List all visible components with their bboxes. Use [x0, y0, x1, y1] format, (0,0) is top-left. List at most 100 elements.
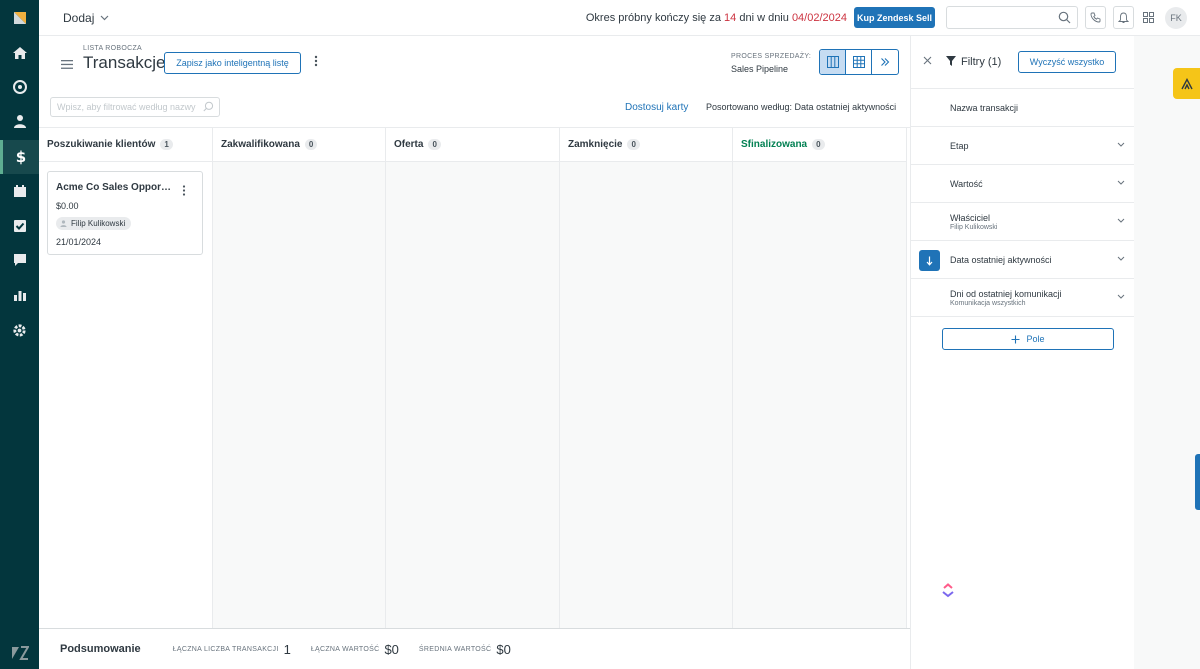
filter-label: Właściciel: [950, 213, 991, 223]
stage-body: [733, 162, 906, 629]
stage-count: 0: [428, 139, 441, 150]
sort-label[interactable]: Posortowano według: Data ostatniej aktyw…: [706, 102, 896, 112]
filter-label: Etap: [950, 141, 969, 151]
stage-header: Zakwalifikowana 0: [213, 128, 385, 162]
deals-icon[interactable]: $: [0, 140, 39, 174]
user-icon: [60, 220, 67, 227]
trial-date: 04/02/2024: [791, 12, 847, 24]
deal-date: 21/01/2024: [56, 237, 102, 247]
sort-direction-button[interactable]: [919, 250, 940, 271]
home-icon[interactable]: [0, 36, 39, 70]
name-filter-input[interactable]: Wpisz, aby filtrować według nazwy: [50, 97, 220, 117]
filter-title: Filtry (1): [961, 56, 1002, 68]
worklist-label: LISTA ROBOCZA: [83, 45, 143, 52]
chevron-down-icon: [100, 15, 109, 21]
user-avatar[interactable]: FK: [1165, 7, 1187, 29]
stage-body: [386, 162, 559, 629]
stage-column: Zamknięcie 0: [560, 128, 733, 629]
deal-value: $0.00: [56, 201, 79, 211]
buy-button[interactable]: Kup Zendesk Sell: [854, 7, 935, 28]
expand-button[interactable]: [872, 50, 898, 74]
side-scroll-handle[interactable]: [1195, 454, 1200, 510]
zendesk-logo-icon[interactable]: [0, 640, 39, 666]
stage-body: [213, 162, 385, 629]
sell-logo-icon[interactable]: [0, 0, 39, 36]
add-dropdown[interactable]: Dodaj: [63, 11, 109, 25]
filter-row[interactable]: Etap: [911, 127, 1135, 165]
filter-row[interactable]: Dni od ostatniej komunikacji Komunikacja…: [911, 279, 1135, 317]
process-value[interactable]: Sales Pipeline: [731, 64, 788, 74]
deal-card[interactable]: Acme Co Sales Opportunity $0.00 Filip Ku…: [47, 171, 203, 255]
settings-icon[interactable]: [0, 313, 39, 347]
customize-cards-link[interactable]: Dostosuj karty: [625, 102, 688, 113]
leads-icon[interactable]: [0, 70, 39, 104]
chevron-down-icon: [1117, 256, 1125, 261]
stage-column: Oferta 0: [386, 128, 560, 629]
trial-prefix: Okres próbny kończy się za: [585, 12, 725, 24]
avg-value-value: $0: [496, 641, 511, 657]
deal-name[interactable]: Acme Co Sales Opportunity: [56, 182, 174, 193]
stage-name: Zakwalifikowana: [221, 139, 300, 150]
page-title: Transakcje: [83, 53, 166, 72]
calendar-icon[interactable]: [0, 174, 39, 208]
total-value-value: $0: [384, 641, 399, 657]
more-options-icon[interactable]: [314, 55, 318, 70]
trial-days: 14: [724, 12, 737, 24]
filter-row[interactable]: Właściciel Filip Kulikowski: [911, 203, 1135, 241]
tasks-icon[interactable]: [0, 209, 39, 243]
filter-sub: Komunikacja wszystkich: [950, 300, 1026, 307]
top-bar: Dodaj Okres próbny kończy się za 14 dni …: [39, 0, 1200, 36]
add-field-button[interactable]: Pole: [942, 328, 1114, 350]
filter-panel: Filtry (1) Wyczyść wszystko Nazwa transa…: [910, 36, 1135, 669]
card-more-icon[interactable]: [182, 185, 186, 199]
close-icon[interactable]: [923, 56, 932, 65]
stage-name: Sfinalizowana: [741, 139, 808, 150]
global-search-input[interactable]: [946, 6, 1078, 29]
total-value-label: ŁĄCZNA WARTOŚĆ: [310, 645, 380, 653]
stage-header: Poszukiwanie klientów 1: [39, 128, 212, 162]
contacts-icon[interactable]: [0, 104, 39, 138]
process-label: PROCES SPRZEDAŻY:: [731, 53, 812, 60]
stage-body: [560, 162, 732, 629]
apps-grid-icon[interactable]: [1143, 12, 1154, 26]
page-header: LISTA ROBOCZA Transakcje Zapisz jako int…: [39, 36, 910, 127]
board-view-button[interactable]: [820, 50, 846, 74]
phone-button[interactable]: [1085, 6, 1106, 29]
clickup-icon[interactable]: [940, 582, 956, 601]
trial-notice: Okres próbny kończy się za 14 dni w dniu…: [586, 12, 847, 24]
search-icon: [203, 101, 214, 112]
stage-name: Oferta: [394, 139, 424, 150]
chevron-down-icon: [1117, 180, 1125, 185]
summary-title: Podsumowanie: [60, 643, 141, 655]
stage-count: 0: [627, 139, 640, 150]
notifications-button[interactable]: [1113, 6, 1134, 29]
avg-value-label: ŚREDNIA WARTOŚĆ: [418, 645, 492, 653]
trial-middle: dni w dniu: [736, 12, 792, 24]
stage-header: Oferta 0: [386, 128, 559, 162]
assistant-tab-icon[interactable]: [1173, 68, 1200, 99]
bell-icon: [1118, 12, 1129, 23]
name-filter-placeholder: Wpisz, aby filtrować według nazwy: [57, 102, 196, 112]
filter-row[interactable]: Nazwa transakcji: [911, 89, 1135, 127]
menu-icon[interactable]: [61, 58, 73, 72]
view-toggle: [819, 49, 899, 75]
chevron-down-icon: [1117, 142, 1125, 147]
save-smart-list-button[interactable]: Zapisz jako inteligentną listę: [164, 52, 301, 74]
table-view-button[interactable]: [846, 50, 872, 74]
stage-column: Sfinalizowana 0: [733, 128, 907, 629]
stage-count: 1: [160, 139, 173, 150]
search-icon: [1058, 11, 1071, 24]
stage-column: Poszukiwanie klientów 1 Acme Co Sales Op…: [39, 128, 213, 629]
filter-row[interactable]: Data ostatniej aktywności: [911, 241, 1135, 279]
filter-row[interactable]: Wartość: [911, 165, 1135, 203]
add-field-label: Pole: [1026, 334, 1045, 344]
clear-all-button[interactable]: Wyczyść wszystko: [1018, 51, 1116, 73]
total-count-label: ŁĄCZNA LICZBA TRANSAKCJI: [172, 645, 279, 653]
phone-icon: [1090, 12, 1101, 23]
filter-label: Nazwa transakcji: [950, 103, 1019, 113]
communication-icon[interactable]: [0, 243, 39, 277]
total-count-value: 1: [283, 641, 291, 657]
add-label: Dodaj: [63, 11, 95, 25]
reports-icon[interactable]: [0, 278, 39, 312]
stage-header: Zamknięcie 0: [560, 128, 732, 162]
